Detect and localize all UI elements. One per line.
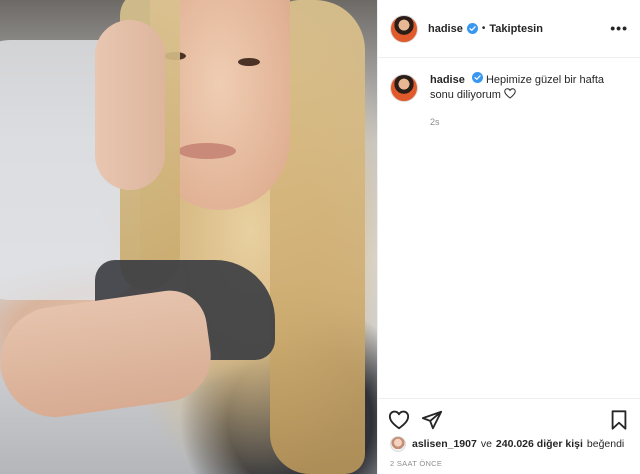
heart-emoji-icon: [504, 88, 516, 99]
verified-badge-icon: [466, 23, 478, 34]
caption-avatar[interactable]: [390, 74, 418, 102]
post-photo[interactable]: [0, 0, 377, 474]
more-options-icon[interactable]: •••: [610, 20, 628, 36]
likes-joiner: ve: [480, 438, 492, 450]
heart-icon[interactable]: [388, 409, 410, 431]
author-avatar[interactable]: [390, 14, 418, 43]
likes-suffix: beğendi: [586, 438, 625, 450]
follow-status-button[interactable]: Takiptesin: [489, 23, 543, 35]
author-username[interactable]: hadise: [428, 23, 463, 35]
photo-arm: [0, 285, 217, 425]
paper-plane-icon[interactable]: [421, 409, 443, 431]
photo-lips: [178, 143, 236, 159]
post-header: hadise • Takiptesin •••: [378, 0, 640, 58]
action-bar: [378, 398, 640, 438]
likes-row: aslisen_1907 ve 240.026 diğer kişi beğen…: [390, 436, 628, 452]
likes-count-link[interactable]: 240.026 diğer kişi: [496, 438, 583, 450]
caption-time: 2s: [430, 117, 440, 127]
photo-eye-right: [238, 58, 260, 66]
caption-body: hadise Hepimize güzel bir hafta sonu dil…: [430, 72, 630, 103]
verified-badge-icon: [471, 72, 483, 83]
bookmark-icon[interactable]: [608, 409, 630, 431]
liker-avatar[interactable]: [390, 436, 406, 452]
liker-username[interactable]: aslisen_1907: [412, 438, 477, 450]
post-sidebar: hadise • Takiptesin ••• hadise Hepimize …: [378, 0, 640, 474]
caption-row: hadise Hepimize güzel bir hafta sonu dil…: [390, 72, 630, 103]
header-separator: •: [481, 23, 486, 34]
photo-hand: [95, 20, 165, 190]
post-timestamp[interactable]: 2 SAAT ÖNCE: [390, 459, 442, 468]
caption-username[interactable]: hadise: [430, 74, 465, 86]
